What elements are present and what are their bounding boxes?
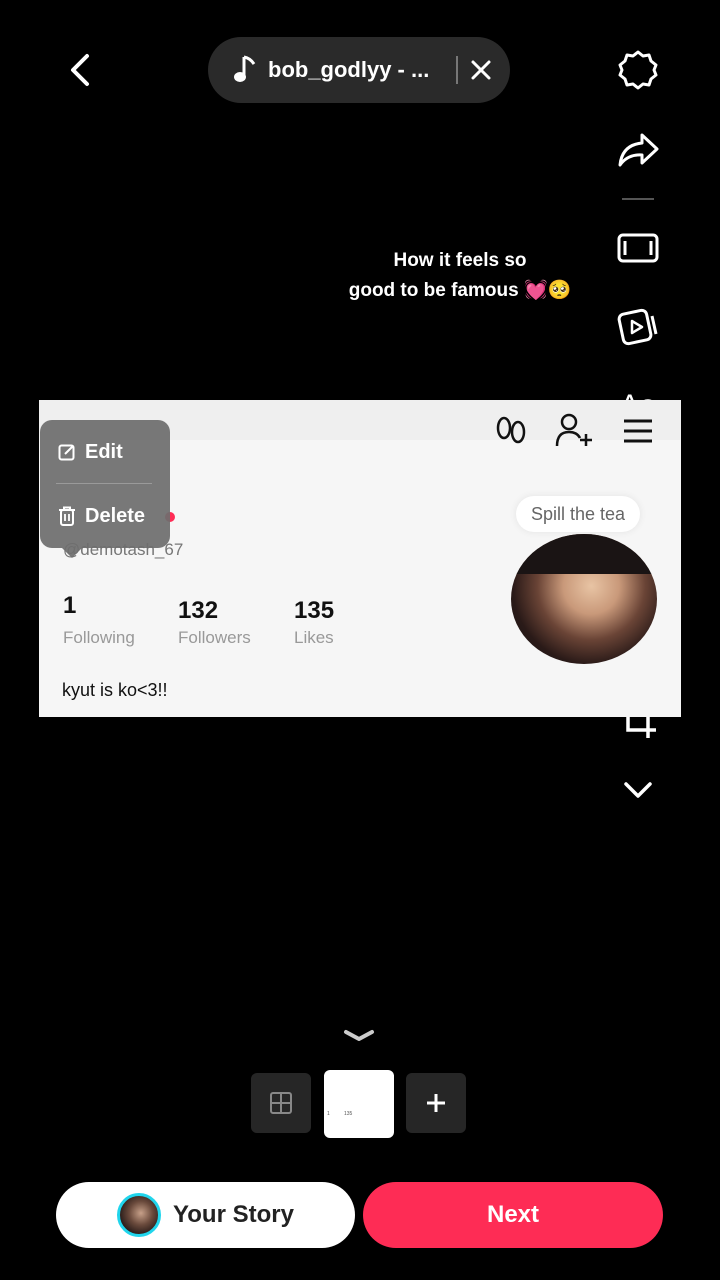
following-count: 1 xyxy=(63,592,77,619)
profile-avatar xyxy=(511,534,657,664)
followers-count: 132 xyxy=(178,597,219,624)
next-button[interactable]: Next xyxy=(363,1182,663,1248)
next-label: Next xyxy=(486,1201,540,1228)
menu-icon xyxy=(624,419,652,443)
caption-line-2: good to be famous 💓🥺 xyxy=(348,280,572,301)
share-button[interactable] xyxy=(612,125,664,177)
followers-label: Followers xyxy=(178,628,251,647)
toolbar-divider xyxy=(622,198,654,200)
back-button[interactable] xyxy=(56,46,104,94)
likes-count: 135 xyxy=(294,597,335,624)
sound-name: bob_godlyy - ... xyxy=(268,57,430,82)
chevron-left-icon xyxy=(71,54,89,86)
trash-icon xyxy=(59,506,75,526)
pill-divider xyxy=(456,56,458,84)
caption-line-1: How it feels so xyxy=(393,250,527,271)
add-clip-button[interactable] xyxy=(406,1073,466,1133)
add-friend-icon xyxy=(555,413,592,447)
your-story-label: Your Story xyxy=(173,1201,294,1228)
delete-menu-item[interactable]: Delete xyxy=(58,500,145,532)
user-avatar xyxy=(117,1193,162,1237)
menu-divider xyxy=(56,483,152,484)
video-play-icon xyxy=(617,308,658,346)
chevron-down-icon xyxy=(624,782,652,798)
spill-the-tea-bubble: Spill the tea xyxy=(516,496,640,532)
edit-label: Edit xyxy=(85,440,123,463)
menu-tail xyxy=(62,548,82,558)
settings-gear-icon xyxy=(618,50,658,90)
following-label: Following xyxy=(63,628,135,647)
grid-icon xyxy=(270,1092,292,1114)
likes-label: Likes xyxy=(294,628,334,647)
footprints-icon xyxy=(496,416,526,444)
aspect-ratio-button[interactable] xyxy=(612,222,664,274)
your-story-button[interactable]: Your Story xyxy=(56,1182,355,1248)
thumb-mini-b: 135 xyxy=(344,1111,353,1117)
more-tools-button[interactable] xyxy=(612,764,664,816)
edit-icon xyxy=(58,444,75,461)
delete-label: Delete xyxy=(85,504,146,527)
selected-sound-pill[interactable]: bob_godlyy - ... xyxy=(208,37,510,103)
aspect-ratio-icon xyxy=(617,233,659,263)
music-note-icon xyxy=(234,55,256,82)
thumb-mini-a: 1 xyxy=(327,1111,330,1117)
share-arrow-icon xyxy=(618,133,659,167)
current-clip-thumbnail[interactable]: 1 135 xyxy=(324,1070,394,1138)
profile-bio: kyut is ko<3!! xyxy=(62,680,168,700)
plus-icon xyxy=(427,1094,445,1112)
edit-menu-item[interactable]: Edit xyxy=(58,436,123,468)
settings-button[interactable] xyxy=(612,44,664,96)
collapse-chevron-icon[interactable] xyxy=(342,1026,376,1046)
caption-text-overlay[interactable]: How it feels so good to be famous 💓🥺 xyxy=(330,246,590,306)
close-icon[interactable] xyxy=(470,59,492,81)
element-context-menu: Edit Delete xyxy=(40,420,170,558)
grid-button[interactable] xyxy=(251,1073,311,1133)
video-template-button[interactable] xyxy=(612,300,664,352)
